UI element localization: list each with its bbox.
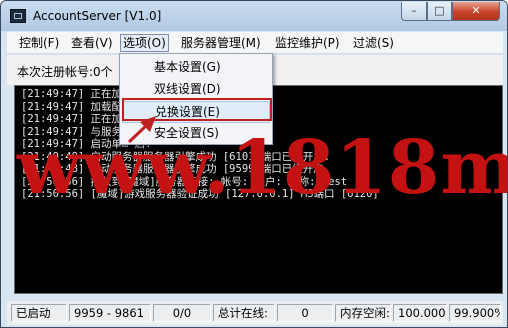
highlight-box: [122, 98, 272, 121]
online-total-label: 总计在线:: [213, 304, 275, 322]
menu-options[interactable]: 选项(O): [120, 34, 169, 52]
app-icon: [10, 9, 26, 23]
menu-monitor-maintenance[interactable]: 监控维护(P): [275, 35, 340, 51]
menu-item-basic-settings[interactable]: 基本设置(G): [122, 57, 270, 79]
watermark-logo: www.1818my.com: [17, 125, 507, 211]
maximize-button[interactable]: □: [427, 2, 452, 21]
close-button[interactable]: ✕: [452, 2, 500, 21]
status-text: 已启动: [11, 304, 67, 322]
window-title: AccountServer [V1.0]: [33, 9, 162, 23]
menu-server-management[interactable]: 服务器管理(M): [181, 35, 261, 51]
status-bar: 已启动 9959 - 9861 0/0 总计在线: 0 内存空闲: 100.00…: [7, 301, 503, 325]
menu-control[interactable]: 控制(F): [19, 35, 59, 51]
connection-count: 0/0: [153, 304, 211, 322]
online-total-value: 0: [277, 304, 333, 322]
main-window: AccountServer [V1.0] – □ ✕ 控制(F) 查看(V) 选…: [0, 0, 508, 328]
memory-free-label: 内存空闲:: [335, 304, 391, 322]
registered-count-label: 本次注册帐号:0个: [17, 65, 113, 79]
menu-bar: 控制(F) 查看(V) 选项(O) 服务器管理(M) 监控维护(P) 过滤(S): [7, 32, 503, 54]
port-range: 9959 - 9861: [69, 304, 151, 322]
memory-free-value: 100.000%: [393, 304, 447, 322]
title-bar[interactable]: AccountServer [V1.0] – □ ✕: [1, 1, 507, 31]
minimize-button[interactable]: –: [401, 2, 427, 21]
menu-filter[interactable]: 过滤(S): [353, 35, 394, 51]
menu-view[interactable]: 查看(V): [71, 35, 113, 51]
cpu-value: 99.900%: [449, 304, 501, 322]
